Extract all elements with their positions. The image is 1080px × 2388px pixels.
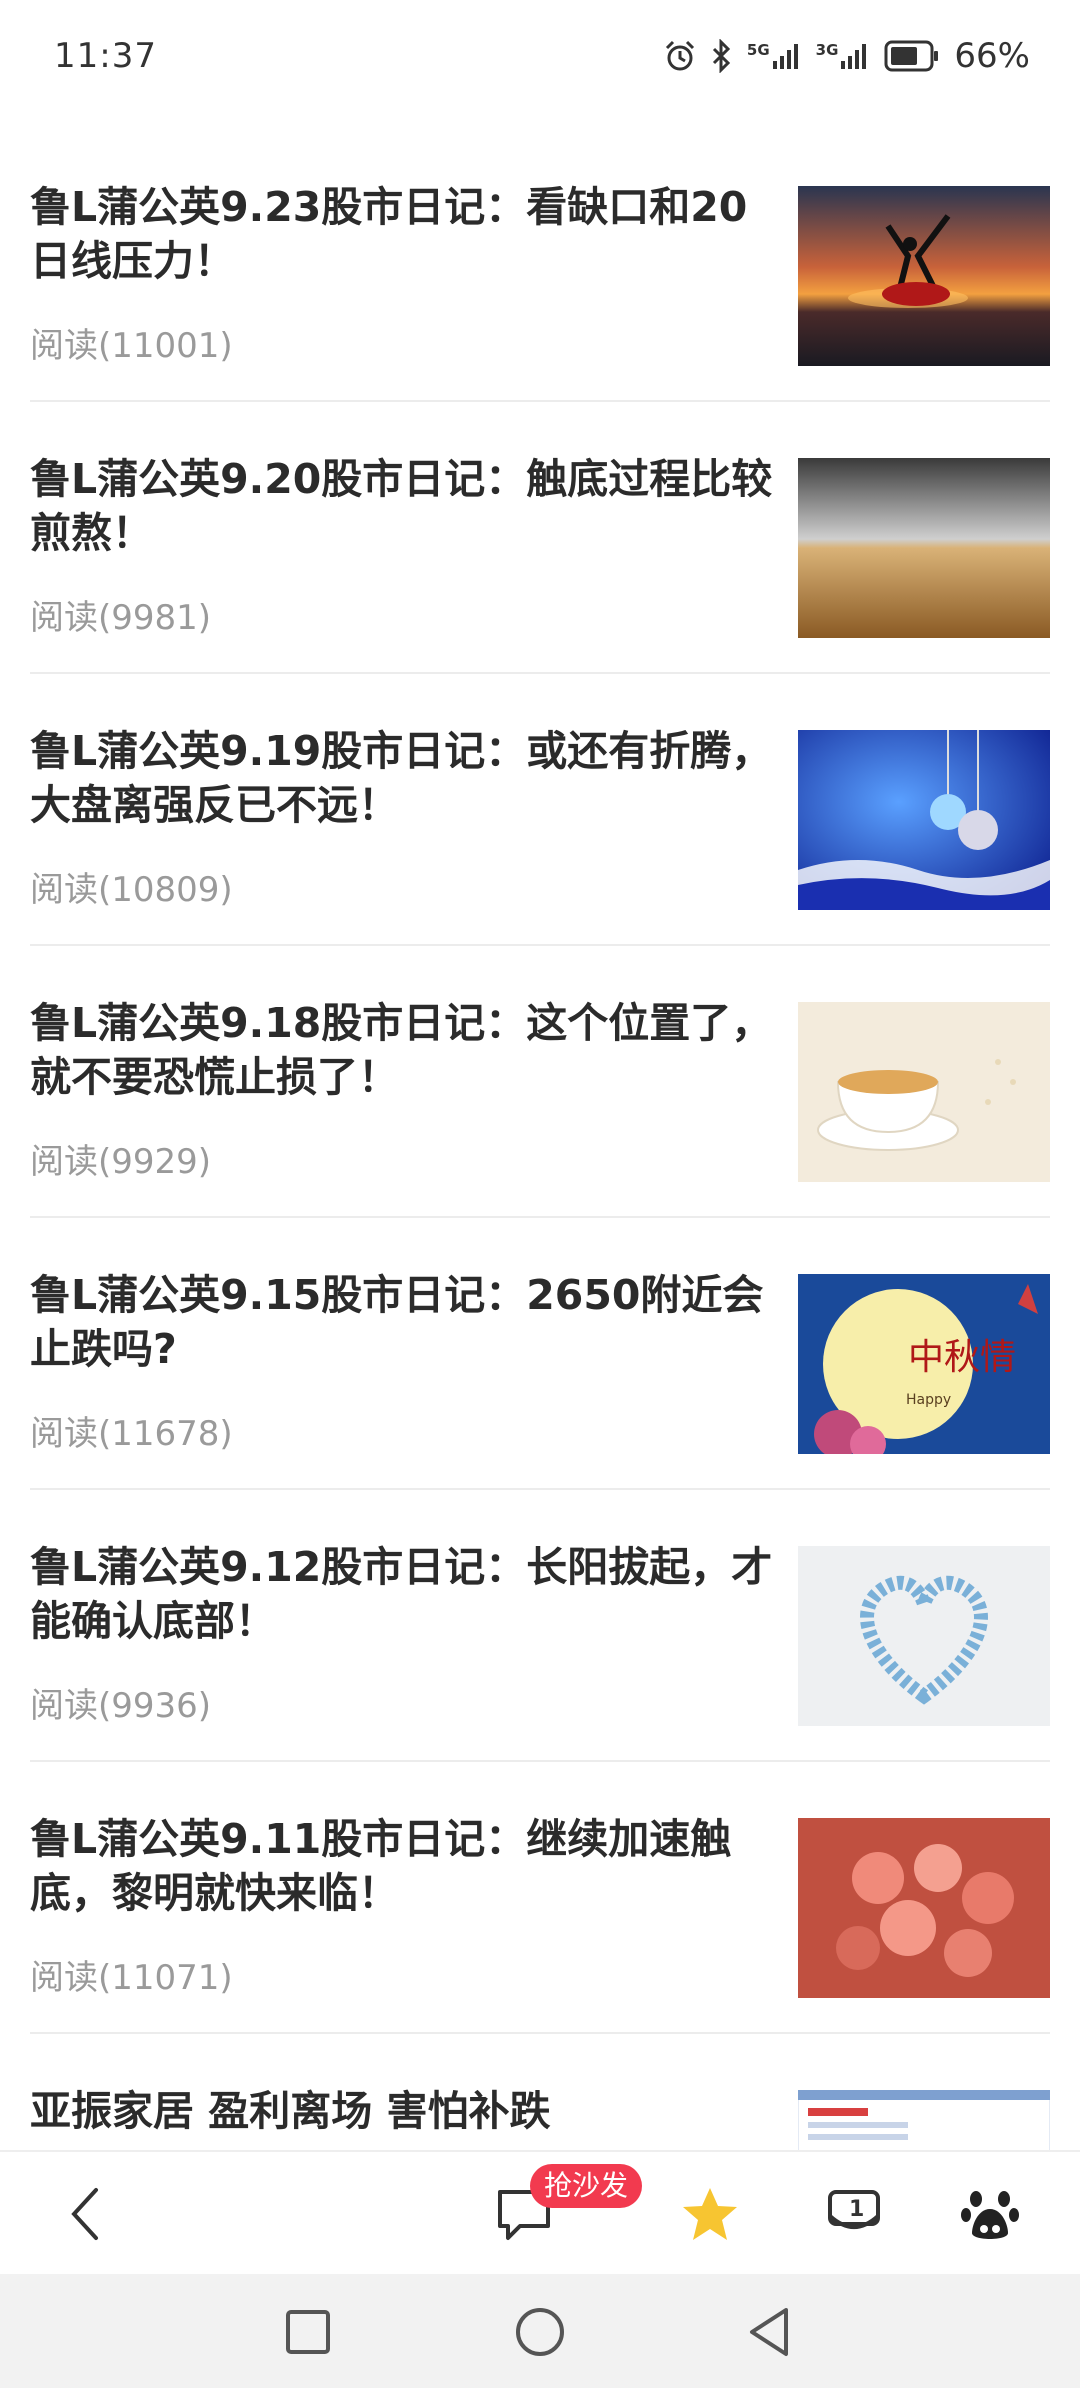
article-title: 鲁L蒲公英9.18股市日记：这个位置了，就不要恐慌止损了！ [30,999,773,1101]
article-title: 鲁L蒲公英9.19股市日记：或还有折腾，大盘离强反已不远！ [30,727,773,829]
article-item[interactable]: 鲁L蒲公英9.19股市日记：或还有折腾，大盘离强反已不远！ 阅读(10809) [30,674,1050,946]
moon-calligraphy: 中秋情 [908,1337,1016,1378]
article-title: 鲁L蒲公英9.11股市日记：继续加速触底，黎明就快来临！ [30,1815,732,1917]
article-item[interactable]: 鲁L蒲公英9.11股市日记：继续加速触底，黎明就快来临！ 阅读(11071) [30,1762,1050,2034]
roses-image [798,1818,1050,1998]
chevron-left-icon [71,2188,98,2240]
status-bar: 11:37 5G 3G 66% [0,0,1080,118]
battery-percent: 66% [954,36,1030,76]
status-time: 11:37 [54,36,157,76]
baidu-button[interactable] [950,2174,1030,2254]
article-title: 鲁L蒲公英9.20股市日记：触底过程比较煎熬！ [30,455,773,557]
square-icon [286,2310,330,2354]
article-read-count: 阅读(11001) [30,326,233,366]
triangle-back-icon [750,2308,788,2356]
tabs-icon: 1 [828,2190,880,2229]
bluetooth-icon [711,39,733,73]
article-title: 鲁L蒲公英9.23股市日记：看缺口和20日线压力！ [30,183,748,285]
table-screenshot-image [798,2090,1050,2150]
alarm-icon [663,39,697,73]
article-item[interactable]: 鲁L蒲公英9.18股市日记：这个位置了，就不要恐慌止损了！ 阅读(9929) [30,946,1050,1218]
tea-cup-image [798,1002,1050,1182]
article-read-count: 阅读(9929) [30,1142,212,1182]
star-icon [683,2188,737,2240]
network-label-3g: 3G [815,41,839,59]
article-read-count: 阅读(9936) [30,1686,212,1726]
baidu-paw-icon [961,2191,1019,2239]
favorite-button[interactable] [670,2174,750,2254]
article-title: 亚振家居 盈利离场 害怕补跌 [30,2087,551,2135]
recent-apps-button[interactable] [276,2300,340,2364]
article-item[interactable]: 鲁L蒲公英9.20股市日记：触底过程比较煎熬！ 阅读(9981) [30,402,1050,674]
status-icons: 5G 3G 66% [663,34,1030,78]
article-read-count: 阅读(11678) [30,1414,233,1454]
blue-heart-image [798,1546,1050,1726]
article-title: 鲁L蒲公英9.12股市日记：长阳拔起，才能确认底部！ [30,1543,773,1645]
wheat-field-image [798,458,1050,638]
article-item[interactable]: 鲁L蒲公英9.15股市日记：2650附近会止跌吗? 阅读(11678) 中秋情 … [30,1218,1050,1490]
article-read-count: 阅读(10809) [30,870,233,910]
article-title: 鲁L蒲公英9.15股市日记：2650附近会止跌吗? [30,1271,764,1373]
system-back-button[interactable] [738,2300,802,2364]
home-button[interactable] [508,2300,572,2364]
tabs-button[interactable]: 1 [814,2174,894,2254]
article-item[interactable]: 亚振家居 盈利离场 害怕补跌 [30,2034,1050,2150]
moon-happy-text: Happy [906,1392,951,1408]
signal-5g-icon: 5G [747,41,802,71]
signal-3g-icon: 3G [816,41,871,71]
system-navigation-bar [0,2274,1080,2388]
network-label-5g: 5G [746,41,770,59]
circle-icon [516,2308,564,2356]
bottom-toolbar: 抢沙发 1 [0,2150,1080,2276]
dancer-sunset-image [798,186,1050,366]
article-item[interactable]: 鲁L蒲公英9.12股市日记：长阳拔起，才能确认底部！ 阅读(9936) [30,1490,1050,1762]
christmas-ornaments-image [798,730,1050,910]
battery-icon [884,40,940,72]
back-button[interactable] [46,2174,126,2254]
article-read-count: 阅读(9981) [30,598,212,638]
article-item[interactable]: 鲁L蒲公英9.23股市日记：看缺口和20日线压力！ 阅读(11001) [30,130,1050,402]
article-read-count: 阅读(11071) [30,1958,233,1998]
sofa-badge[interactable]: 抢沙发 [530,2164,643,2208]
tabs-count: 1 [849,2197,864,2222]
article-list: 鲁L蒲公英9.23股市日记：看缺口和20日线压力！ 阅读(11001) 鲁L蒲公… [30,130,1050,2150]
mid-autumn-moon-image: 中秋情 Happy [798,1274,1050,1454]
